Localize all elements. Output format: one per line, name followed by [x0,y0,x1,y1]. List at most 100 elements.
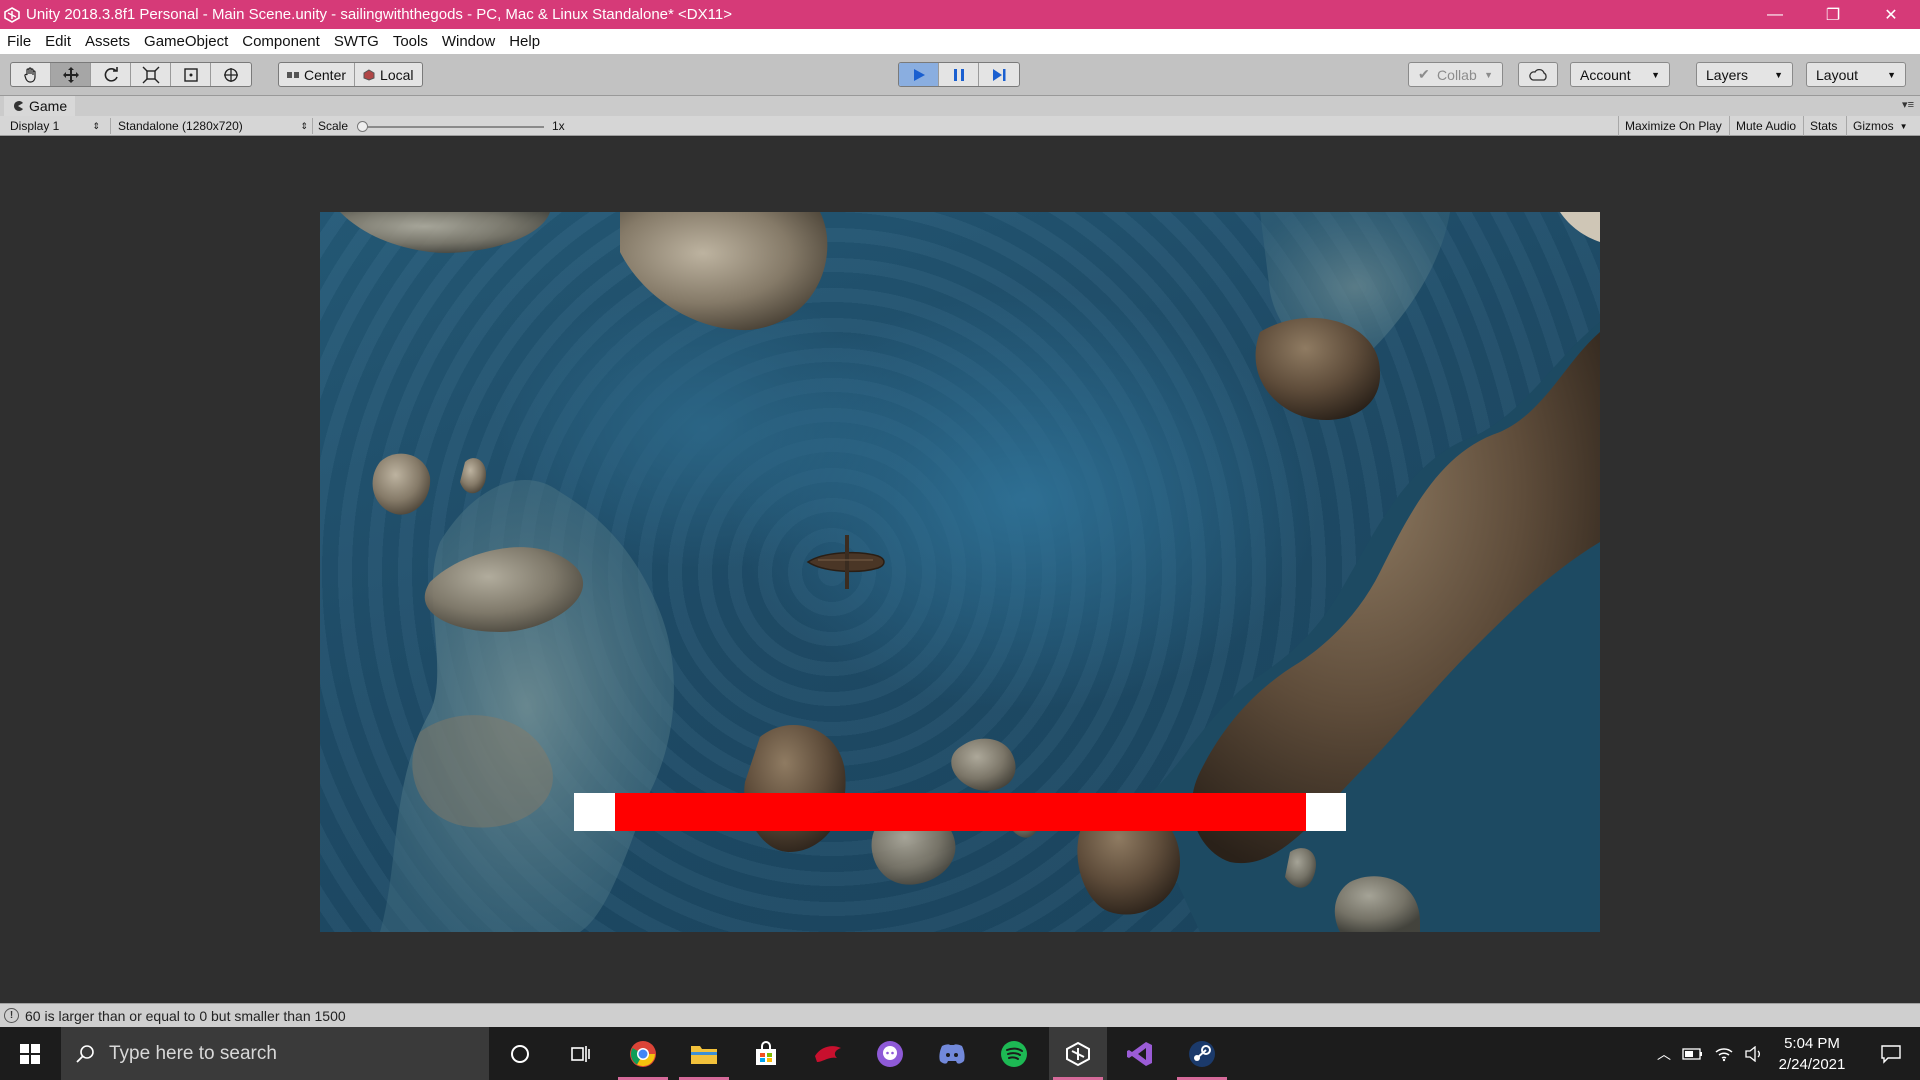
wifi-icon[interactable] [1714,1046,1734,1062]
step-button[interactable] [979,63,1019,86]
pause-icon [953,68,964,81]
updown-icon: ⇕ [92,120,100,131]
hand-icon [23,66,36,83]
hand-tool-button[interactable] [11,63,51,86]
search-icon [76,1044,94,1063]
taskbar-clock[interactable]: 5:04 PM 2/24/2021 [1762,1033,1862,1075]
menu-tools[interactable]: Tools [386,29,435,54]
menu-help[interactable]: Help [502,29,547,54]
menu-gameobject[interactable]: GameObject [137,29,235,54]
task-view-icon [571,1045,590,1062]
visual-studio-taskbar-button[interactable] [1111,1027,1169,1080]
pacman-game-icon [14,101,23,111]
taskbar-search[interactable]: Type here to search [61,1027,489,1080]
resolution-label: Standalone (1280x720) [118,119,243,133]
transform-tool-button[interactable] [211,63,251,86]
discord-taskbar-button[interactable] [923,1027,981,1080]
resolution-select[interactable]: Standalone (1280x720) ⇕ [118,116,308,136]
scale-slider-thumb[interactable] [357,121,368,132]
layers-dropdown[interactable]: Layers ▼ [1696,62,1793,87]
minimize-button[interactable]: — [1746,0,1804,29]
tab-bar: Game ▾≡ [0,96,1920,116]
console-status-bar[interactable]: ! 60 is larger than or equal to 0 but sm… [0,1003,1920,1027]
menu-assets[interactable]: Assets [78,29,137,54]
main-toolbar: Center Local ✔ Collab ▼ Account ▼ Layers… [0,54,1920,96]
action-center-button[interactable] [1862,1027,1920,1080]
discord-icon [939,1043,965,1064]
rock [744,724,846,852]
scale-value: 1x [552,119,565,133]
red-dragon-icon [815,1045,841,1062]
pivot-local-button[interactable]: Local [355,63,421,86]
stats-toggle[interactable]: Stats [1803,116,1843,136]
display-label: Display 1 [10,119,60,133]
pause-button[interactable] [939,63,979,86]
pivot-label: Center [304,66,347,83]
scale-tool-button[interactable] [131,63,171,86]
mute-audio-toggle[interactable]: Mute Audio [1729,116,1802,136]
menu-bar: File Edit Assets GameObject Component SW… [0,29,1920,54]
divider [312,118,313,134]
local-space-icon [363,68,375,81]
github-desktop-taskbar-button[interactable] [861,1027,919,1080]
unity-taskbar-button[interactable] [1049,1027,1107,1080]
menu-window[interactable]: Window [435,29,502,54]
restore-button[interactable]: ❐ [1804,0,1862,29]
pivot-center-button[interactable]: Center [279,63,356,86]
transform-icon [224,67,238,82]
tab-menu-icon[interactable]: ▾≡ [1902,98,1914,111]
game-viewport[interactable] [320,212,1600,932]
account-dropdown[interactable]: Account ▼ [1570,62,1670,87]
chevron-down-icon: ▼ [1484,69,1493,80]
window-title: Unity 2018.3.8f1 Personal - Main Scene.u… [26,6,732,23]
menu-swtg[interactable]: SWTG [327,29,386,54]
system-tray: ︿ [1652,1027,1764,1080]
rect-tool-button[interactable] [171,63,211,86]
scale-slider-track[interactable] [360,126,544,128]
game-view-bar: Display 1 ⇕ Standalone (1280x720) ⇕ Scal… [0,116,1920,136]
unity-logo-icon [4,6,20,23]
tab-game[interactable]: Game [4,96,76,116]
windows-logo-icon [20,1043,40,1064]
steam-icon [1189,1040,1215,1067]
chevron-down-icon: ▼ [1651,69,1660,80]
steam-taskbar-button[interactable] [1173,1027,1231,1080]
menu-edit[interactable]: Edit [38,29,78,54]
health-bar [574,793,1346,831]
clock-time: 5:04 PM [1784,1035,1840,1052]
spotify-taskbar-button[interactable] [985,1027,1043,1080]
chevron-up-icon[interactable]: ︿ [1652,1044,1676,1064]
clock-date: 2/24/2021 [1778,1056,1846,1073]
maximize-on-play-toggle[interactable]: Maximize On Play [1618,116,1728,136]
status-message: 60 is larger than or equal to 0 but smal… [25,1007,346,1024]
github-icon [877,1040,903,1067]
play-button[interactable] [899,63,939,86]
chevron-down-icon: ▼ [1887,69,1896,80]
game-view [0,137,1920,1003]
info-icon: ! [4,1008,19,1023]
close-button[interactable]: ✕ [1862,0,1920,29]
cloud-button[interactable] [1518,62,1558,87]
unity-icon [1066,1041,1090,1066]
collab-dropdown[interactable]: ✔ Collab ▼ [1408,62,1503,87]
layout-dropdown[interactable]: Layout ▼ [1806,62,1906,87]
gizmos-toggle[interactable]: Gizmos ▼ [1846,116,1914,136]
store-taskbar-button[interactable] [737,1027,795,1080]
notification-icon [1881,1044,1901,1064]
menu-file[interactable]: File [0,29,38,54]
menu-component[interactable]: Component [235,29,327,54]
rock [951,738,1016,791]
chrome-icon [630,1040,656,1067]
move-tool-button[interactable] [51,63,91,86]
divider [110,118,111,134]
rotate-tool-button[interactable] [91,63,131,86]
display-select[interactable]: Display 1 ⇕ [10,116,100,136]
game-launcher-taskbar-button[interactable] [799,1027,857,1080]
start-button[interactable] [0,1027,60,1080]
cortana-button[interactable] [491,1027,549,1080]
task-view-button[interactable] [551,1027,609,1080]
battery-icon[interactable] [1682,1047,1704,1061]
volume-icon[interactable] [1744,1045,1764,1062]
file-explorer-taskbar-button[interactable] [675,1027,733,1080]
chrome-taskbar-button[interactable] [614,1027,672,1080]
